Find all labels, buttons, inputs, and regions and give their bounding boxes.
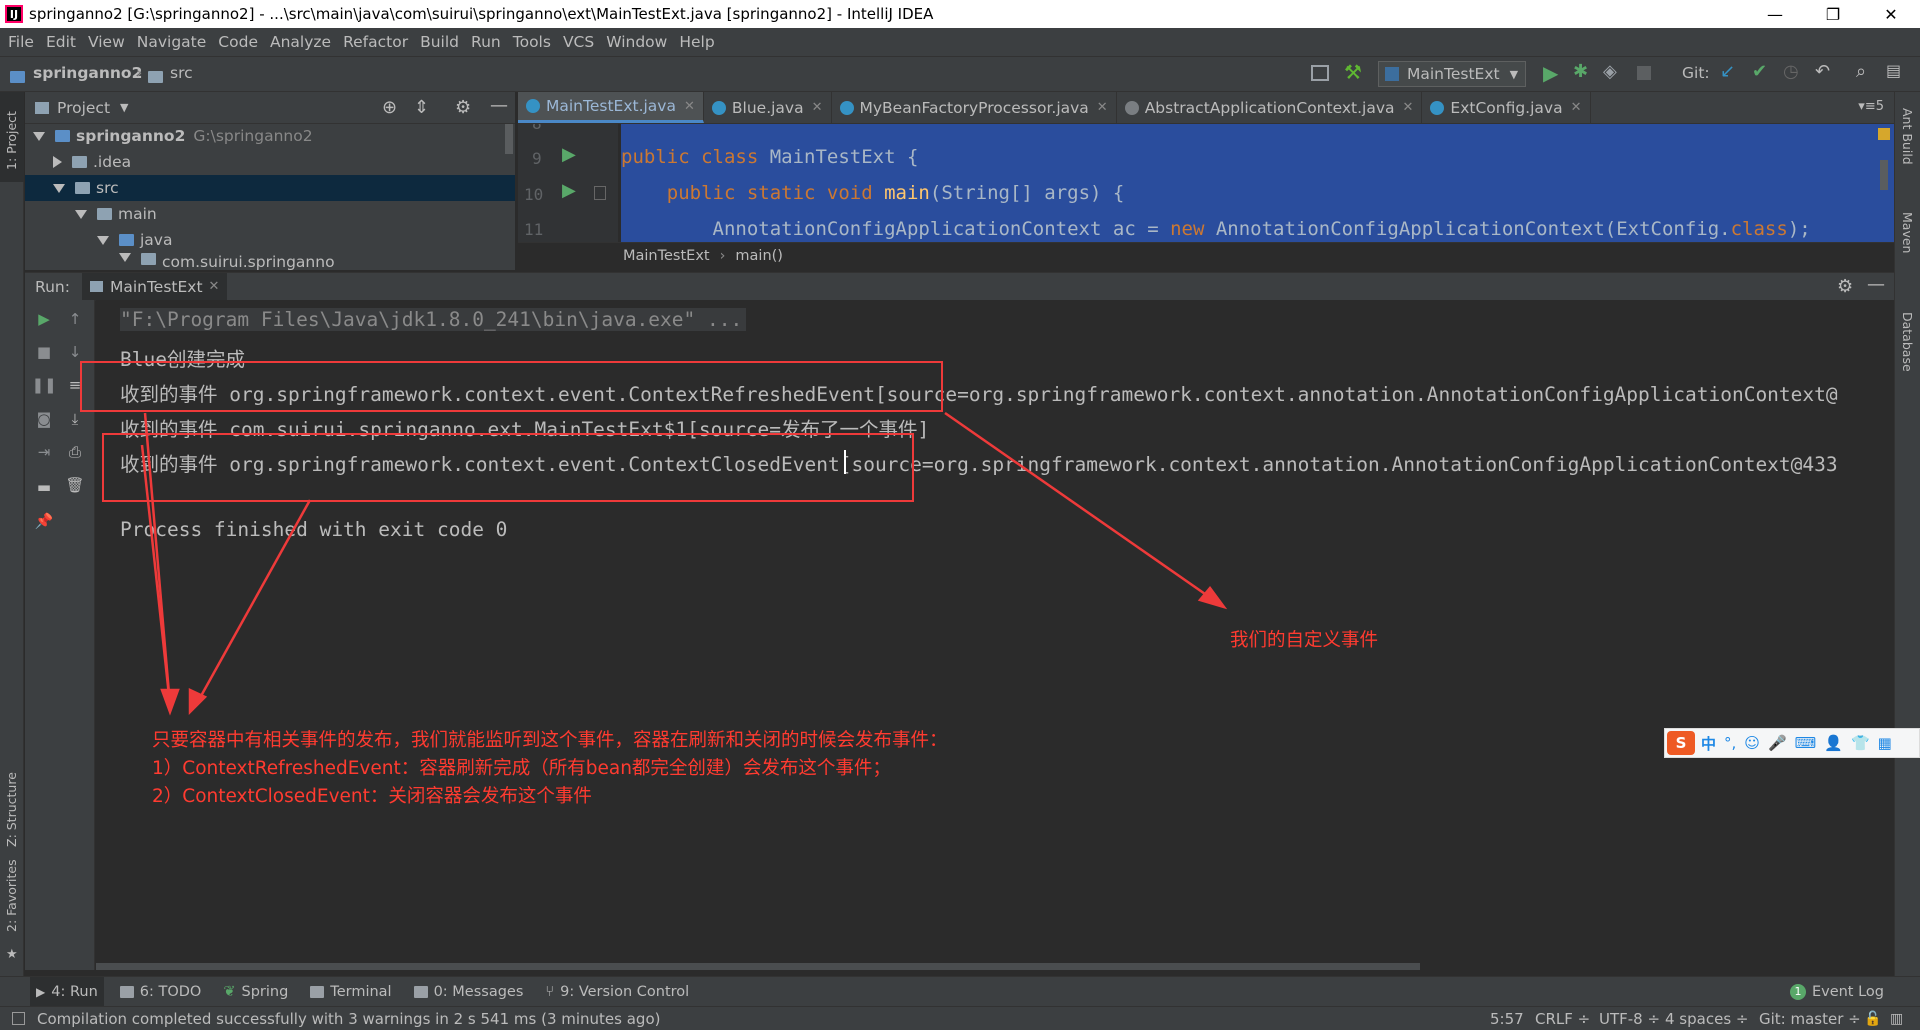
- run-icon: ▶: [36, 984, 46, 999]
- ime-voice-icon[interactable]: 🎤: [1768, 734, 1787, 752]
- event-log-badge: 1: [1789, 983, 1806, 1000]
- line-separator[interactable]: CRLF ÷: [1535, 1010, 1590, 1028]
- terminal-icon: [310, 985, 325, 998]
- toolwindow-label: Spring: [241, 983, 289, 1000]
- arrow-custom: [944, 411, 1219, 605]
- ime-toolbar: S 中 °, ☺ 🎤 ⌨ 👤 👕 ▦: [1664, 728, 1920, 758]
- arrowhead: [1197, 585, 1228, 610]
- messages-icon: [413, 985, 428, 998]
- memory-indicator-icon[interactable]: ▥: [1890, 1011, 1903, 1027]
- annotation-note-line2: 1）ContextRefreshedEvent：容器刷新完成（所有bean都完全…: [152, 758, 891, 779]
- toolwindow-terminal[interactable]: Terminal: [304, 977, 397, 1007]
- arrow-closed-1: [140, 444, 172, 706]
- ime-user-icon[interactable]: 👤: [1824, 734, 1843, 752]
- toolwindow-run[interactable]: ▶ 4: Run: [30, 976, 104, 1007]
- caret-position[interactable]: 5:57: [1490, 1010, 1524, 1028]
- toolwindow-label: 0: Messages: [433, 983, 524, 1000]
- ime-toolbox-icon[interactable]: ▦: [1878, 734, 1892, 752]
- lock-icon[interactable]: 🔓: [1864, 1011, 1881, 1027]
- toolwindow-label: Terminal: [330, 983, 392, 1000]
- status-bar: Compilation completed successfully with …: [0, 1006, 1920, 1030]
- toolwindow-todo[interactable]: 6: TODO: [114, 977, 208, 1007]
- status-message[interactable]: Compilation completed successfully with …: [37, 1010, 660, 1028]
- ime-punctuation-icon[interactable]: °,: [1724, 734, 1736, 752]
- todo-icon: [119, 985, 134, 998]
- ime-chinese-mode[interactable]: 中: [1701, 733, 1716, 754]
- toolwindow-messages[interactable]: 0: Messages: [408, 977, 530, 1007]
- sogou-logo-icon[interactable]: S: [1667, 731, 1695, 755]
- tool-windows-bar: ▶ 4: Run 6: TODO ❦ Spring Terminal 0: Mess…: [0, 976, 1920, 1007]
- ime-keyboard-icon[interactable]: ⌨: [1795, 734, 1817, 752]
- toolwindow-label: 4: Run: [51, 983, 98, 1000]
- arrow-closed-2: [194, 499, 312, 706]
- toolwindow-spring[interactable]: ❦ Spring: [217, 977, 294, 1007]
- indent-setting[interactable]: 4 spaces ÷: [1665, 1010, 1748, 1028]
- toolwindow-label: Event Log: [1811, 983, 1884, 1000]
- annotation-note-line3: 2）ContextClosedEvent：关闭容器会发布这个事件: [152, 786, 592, 807]
- git-branch[interactable]: Git: master ÷: [1759, 1010, 1861, 1028]
- annotation-note-line1: 只要容器中有相关事件的发布，我们就能监听到这个事件，容器在刷新和关闭的时候会发布…: [152, 730, 948, 751]
- branch-icon: ⑂: [545, 983, 555, 1000]
- ime-skin-icon[interactable]: 👕: [1851, 734, 1870, 752]
- toolwindow-event-log[interactable]: 1 Event Log: [1784, 977, 1890, 1007]
- file-encoding[interactable]: UTF-8 ÷: [1599, 1010, 1660, 1028]
- annotation-custom-event: 我们的自定义事件: [1230, 630, 1379, 651]
- toolwindow-label: 9: Version Control: [560, 983, 690, 1000]
- toolwindow-label: 6: TODO: [139, 983, 202, 1000]
- toolwindow-version-control[interactable]: ⑂ 9: Version Control: [539, 977, 695, 1007]
- arrowhead: [160, 688, 180, 716]
- toggle-tool-windows-icon[interactable]: [12, 1012, 25, 1025]
- ime-emoji-icon[interactable]: ☺: [1744, 734, 1760, 752]
- spring-leaf-icon: ❦: [223, 983, 236, 1000]
- annotation-arrows: [140, 411, 1228, 716]
